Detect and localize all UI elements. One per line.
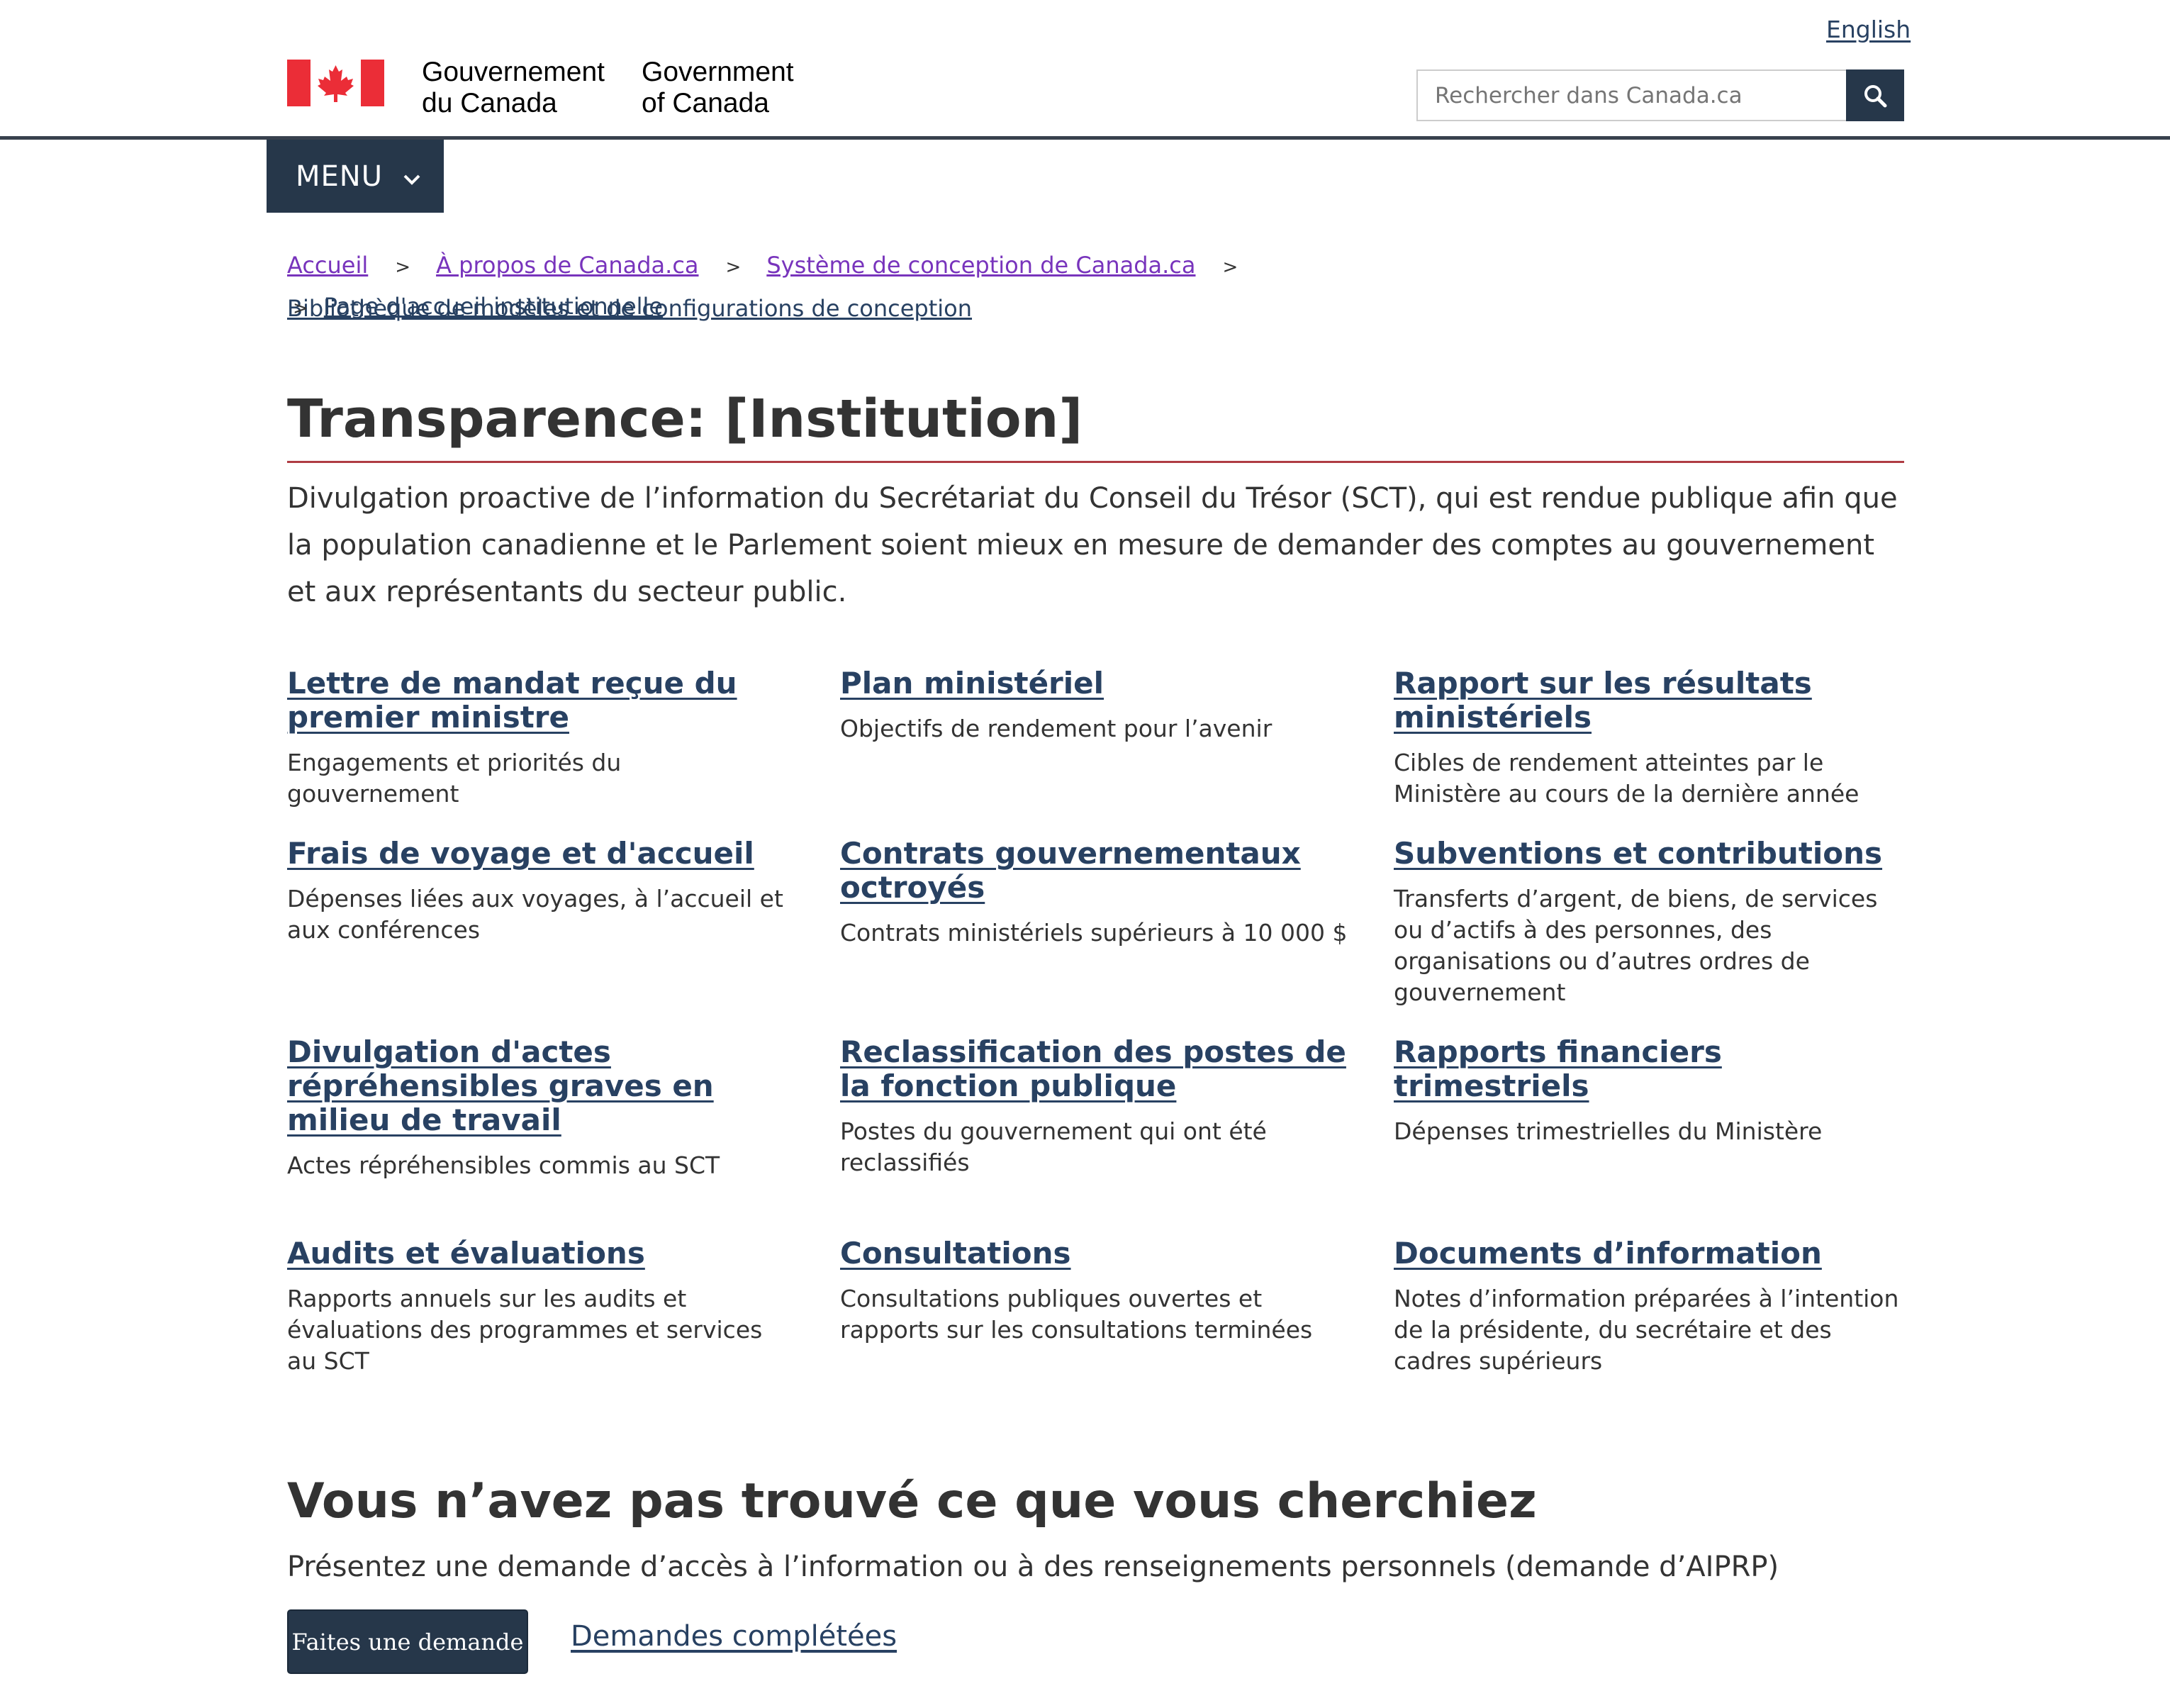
signature-fr-line1: Gouvernement xyxy=(422,57,605,87)
menu-button[interactable]: MENU xyxy=(267,140,444,213)
topic-description: Dépenses trimestrielles du Ministère xyxy=(1394,1117,1823,1145)
language-toggle-link[interactable]: English xyxy=(1826,16,1911,43)
topic-card: Rapport sur les résultats ministériels C… xyxy=(1394,666,1904,810)
topic-description: Consultations publiques ouvertes et rapp… xyxy=(840,1285,1313,1344)
topic-card: Divulgation d'actes répréhensibles grave… xyxy=(287,1035,798,1181)
gc-signature-logo[interactable]: Gouvernement du Canada Government of Can… xyxy=(287,57,794,118)
topic-link-results-report[interactable]: Rapport sur les résultats ministériels xyxy=(1394,666,1904,735)
topic-description: Postes du gouvernement qui ont été recla… xyxy=(840,1117,1267,1176)
section-heading: Vous n’avez pas trouvé ce que vous cherc… xyxy=(287,1473,1537,1529)
breadcrumb-about[interactable]: À propos de Canada.ca xyxy=(436,245,698,286)
topic-description: Engagements et priorités du gouvernement xyxy=(287,749,622,808)
breadcrumb-separator: > xyxy=(1222,257,1238,278)
topic-link-audits[interactable]: Audits et évaluations xyxy=(287,1237,798,1271)
topic-link-departmental-plan[interactable]: Plan ministériel xyxy=(840,666,1350,700)
topic-description: Notes d’information préparées à l’intent… xyxy=(1394,1285,1899,1375)
signature-english: Government of Canada xyxy=(642,57,854,119)
topic-description: Rapports annuels sur les audits et évalu… xyxy=(287,1285,763,1375)
make-request-button[interactable]: Faites une demande xyxy=(287,1609,528,1674)
topic-card: Consultations Consultations publiques ou… xyxy=(840,1237,1350,1346)
topic-description: Cibles de rendement atteintes par le Min… xyxy=(1394,749,1859,808)
topic-card: Contrats gouvernementaux octroyés Contra… xyxy=(840,837,1350,949)
topic-card: Lettre de mandat reçue du premier minist… xyxy=(287,666,798,810)
topic-card: Reclassification des postes de la foncti… xyxy=(840,1035,1350,1178)
canada-flag-icon xyxy=(287,60,384,106)
topic-card: Frais de voyage et d'accueil Dépenses li… xyxy=(287,837,798,946)
breadcrumb-institutional-home[interactable]: Page d'accueil institutionnelle xyxy=(324,293,663,320)
breadcrumb-separator: > xyxy=(725,257,742,278)
search-button[interactable] xyxy=(1846,69,1904,121)
topic-card: Audits et évaluations Rapports annuels s… xyxy=(287,1237,798,1377)
topic-link-quarterly-reports[interactable]: Rapports financiers trimestriels xyxy=(1394,1035,1904,1103)
signature-french: Gouvernement du Canada xyxy=(422,57,634,119)
page-intro: Divulgation proactive de l’information d… xyxy=(287,482,1898,608)
signature-fr-line2: du Canada xyxy=(422,88,557,118)
breadcrumb-home[interactable]: Accueil xyxy=(287,245,368,286)
completed-requests-link[interactable]: Demandes complétées xyxy=(571,1620,897,1653)
topic-description: Transferts d’argent, de biens, de servic… xyxy=(1394,885,1878,1006)
title-underline xyxy=(287,461,1904,463)
topic-card: Subventions et contributions Transferts … xyxy=(1394,837,1904,1008)
topic-link-contracts[interactable]: Contrats gouvernementaux octroyés xyxy=(840,837,1350,905)
search-icon xyxy=(1864,84,1887,107)
topic-link-briefing-docs[interactable]: Documents d’information xyxy=(1394,1237,1904,1271)
topic-link-travel-hospitality[interactable]: Frais de voyage et d'accueil xyxy=(287,837,798,871)
section-text: Présentez une demande d’accès à l’inform… xyxy=(287,1551,1779,1583)
topic-card: Documents d’information Notes d’informat… xyxy=(1394,1237,1904,1377)
topic-description: Contrats ministériels supérieurs à 10 00… xyxy=(840,919,1348,947)
topic-link-wrongdoing[interactable]: Divulgation d'actes répréhensibles grave… xyxy=(287,1035,798,1137)
menu-label: MENU xyxy=(296,160,383,193)
topic-card: Rapports financiers trimestriels Dépense… xyxy=(1394,1035,1904,1147)
topic-card: Plan ministériel Objectifs de rendement … xyxy=(840,666,1350,744)
chevron-down-icon xyxy=(403,160,421,193)
breadcrumb-separator: > xyxy=(395,257,411,278)
signature-en-line2: of Canada xyxy=(642,88,769,118)
topic-link-mandate-letter[interactable]: Lettre de mandat reçue du premier minist… xyxy=(287,666,798,735)
topic-description: Objectifs de rendement pour l’avenir xyxy=(840,715,1273,742)
page-title: Transparence: [Institution] xyxy=(287,389,1083,450)
topic-link-reclassification[interactable]: Reclassification des postes de la foncti… xyxy=(840,1035,1350,1103)
site-search xyxy=(1416,69,1904,121)
breadcrumb-separator: > xyxy=(293,298,308,319)
signature-en-line1: Government xyxy=(642,57,794,87)
search-input[interactable] xyxy=(1416,69,1846,121)
topic-description: Dépenses liées aux voyages, à l’accueil … xyxy=(287,885,783,944)
topic-link-consultations[interactable]: Consultations xyxy=(840,1237,1350,1271)
topic-link-grants[interactable]: Subventions et contributions xyxy=(1394,837,1904,871)
topic-description: Actes répréhensibles commis au SCT xyxy=(287,1151,720,1179)
breadcrumb-design-system[interactable]: Système de conception de Canada.ca xyxy=(766,245,1195,286)
breadcrumb-row-2: > Page d'accueil institutionnelle xyxy=(287,286,663,329)
